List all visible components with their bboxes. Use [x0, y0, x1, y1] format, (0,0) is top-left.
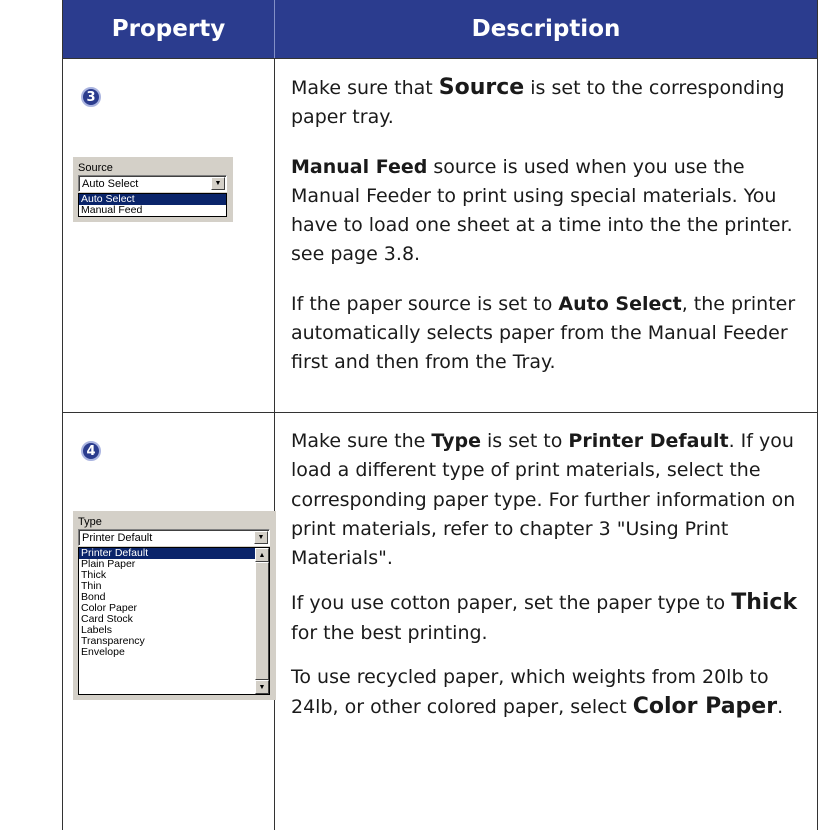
property-description-table: Property Description 3 Source Auto Selec… [62, 0, 818, 830]
table-header: Property Description [63, 0, 817, 58]
property-cell: 4 Type Printer Default ▼ Printer Default… [63, 413, 276, 830]
type-combobox[interactable]: Printer Default ▼ [78, 529, 270, 546]
source-label: Source [78, 162, 113, 174]
source-combobox[interactable]: Auto Select ▼ [78, 175, 227, 192]
type-options-list[interactable]: Printer Default Plain Paper Thick Thin Bond C… [78, 547, 270, 695]
description-cell: Make sure the Type is set to Printer Def… [275, 413, 817, 830]
description-paragraph: Make sure the Type is set to Printer Def… [291, 430, 796, 570]
list-item[interactable]: Envelope [79, 647, 255, 658]
step-number-badge: 4 [81, 441, 101, 461]
step-number-badge: 3 [81, 87, 101, 107]
type-label: Type [78, 516, 102, 528]
table-row: 4 Type Printer Default ▼ Printer Default… [63, 412, 817, 830]
chevron-down-icon[interactable]: ▼ [211, 177, 225, 190]
description-paragraph: Manual Feed source is used when you use … [291, 155, 793, 266]
source-dropdown-widget: Source Auto Select ▼ Auto Select Manual F… [73, 157, 233, 222]
source-options-list[interactable]: Auto Select Manual Feed [78, 193, 227, 217]
description-paragraph: To use recycled paper, which weights fro… [291, 666, 784, 720]
description-cell: Make sure that Source is set to the corr… [275, 59, 817, 412]
list-item[interactable]: Thick [79, 570, 255, 581]
type-selected-value: Printer Default [82, 532, 153, 544]
list-item[interactable]: Manual Feed [79, 205, 226, 216]
scroll-up-icon[interactable]: ▲ [255, 548, 269, 562]
property-column-header: Property [63, 0, 275, 58]
scrollbar[interactable]: ▲ ▼ [255, 548, 269, 694]
type-dropdown-widget: Type Printer Default ▼ Printer Default Pl… [73, 511, 276, 700]
description-paragraph: If you use cotton paper, set the paper t… [291, 590, 798, 644]
description-paragraph: Make sure that Source is set to the corr… [291, 75, 785, 129]
source-selected-value: Auto Select [82, 178, 139, 190]
description-paragraph: If the paper source is set to Auto Selec… [291, 292, 796, 374]
scrollbar-thumb[interactable] [255, 562, 269, 680]
description-column-header: Description [275, 0, 817, 58]
table-row: 3 Source Auto Select ▼ Auto Select Manual… [63, 58, 817, 412]
scroll-down-icon[interactable]: ▼ [255, 680, 269, 694]
chevron-down-icon[interactable]: ▼ [254, 531, 268, 544]
property-cell: 3 Source Auto Select ▼ Auto Select Manual… [63, 59, 275, 412]
